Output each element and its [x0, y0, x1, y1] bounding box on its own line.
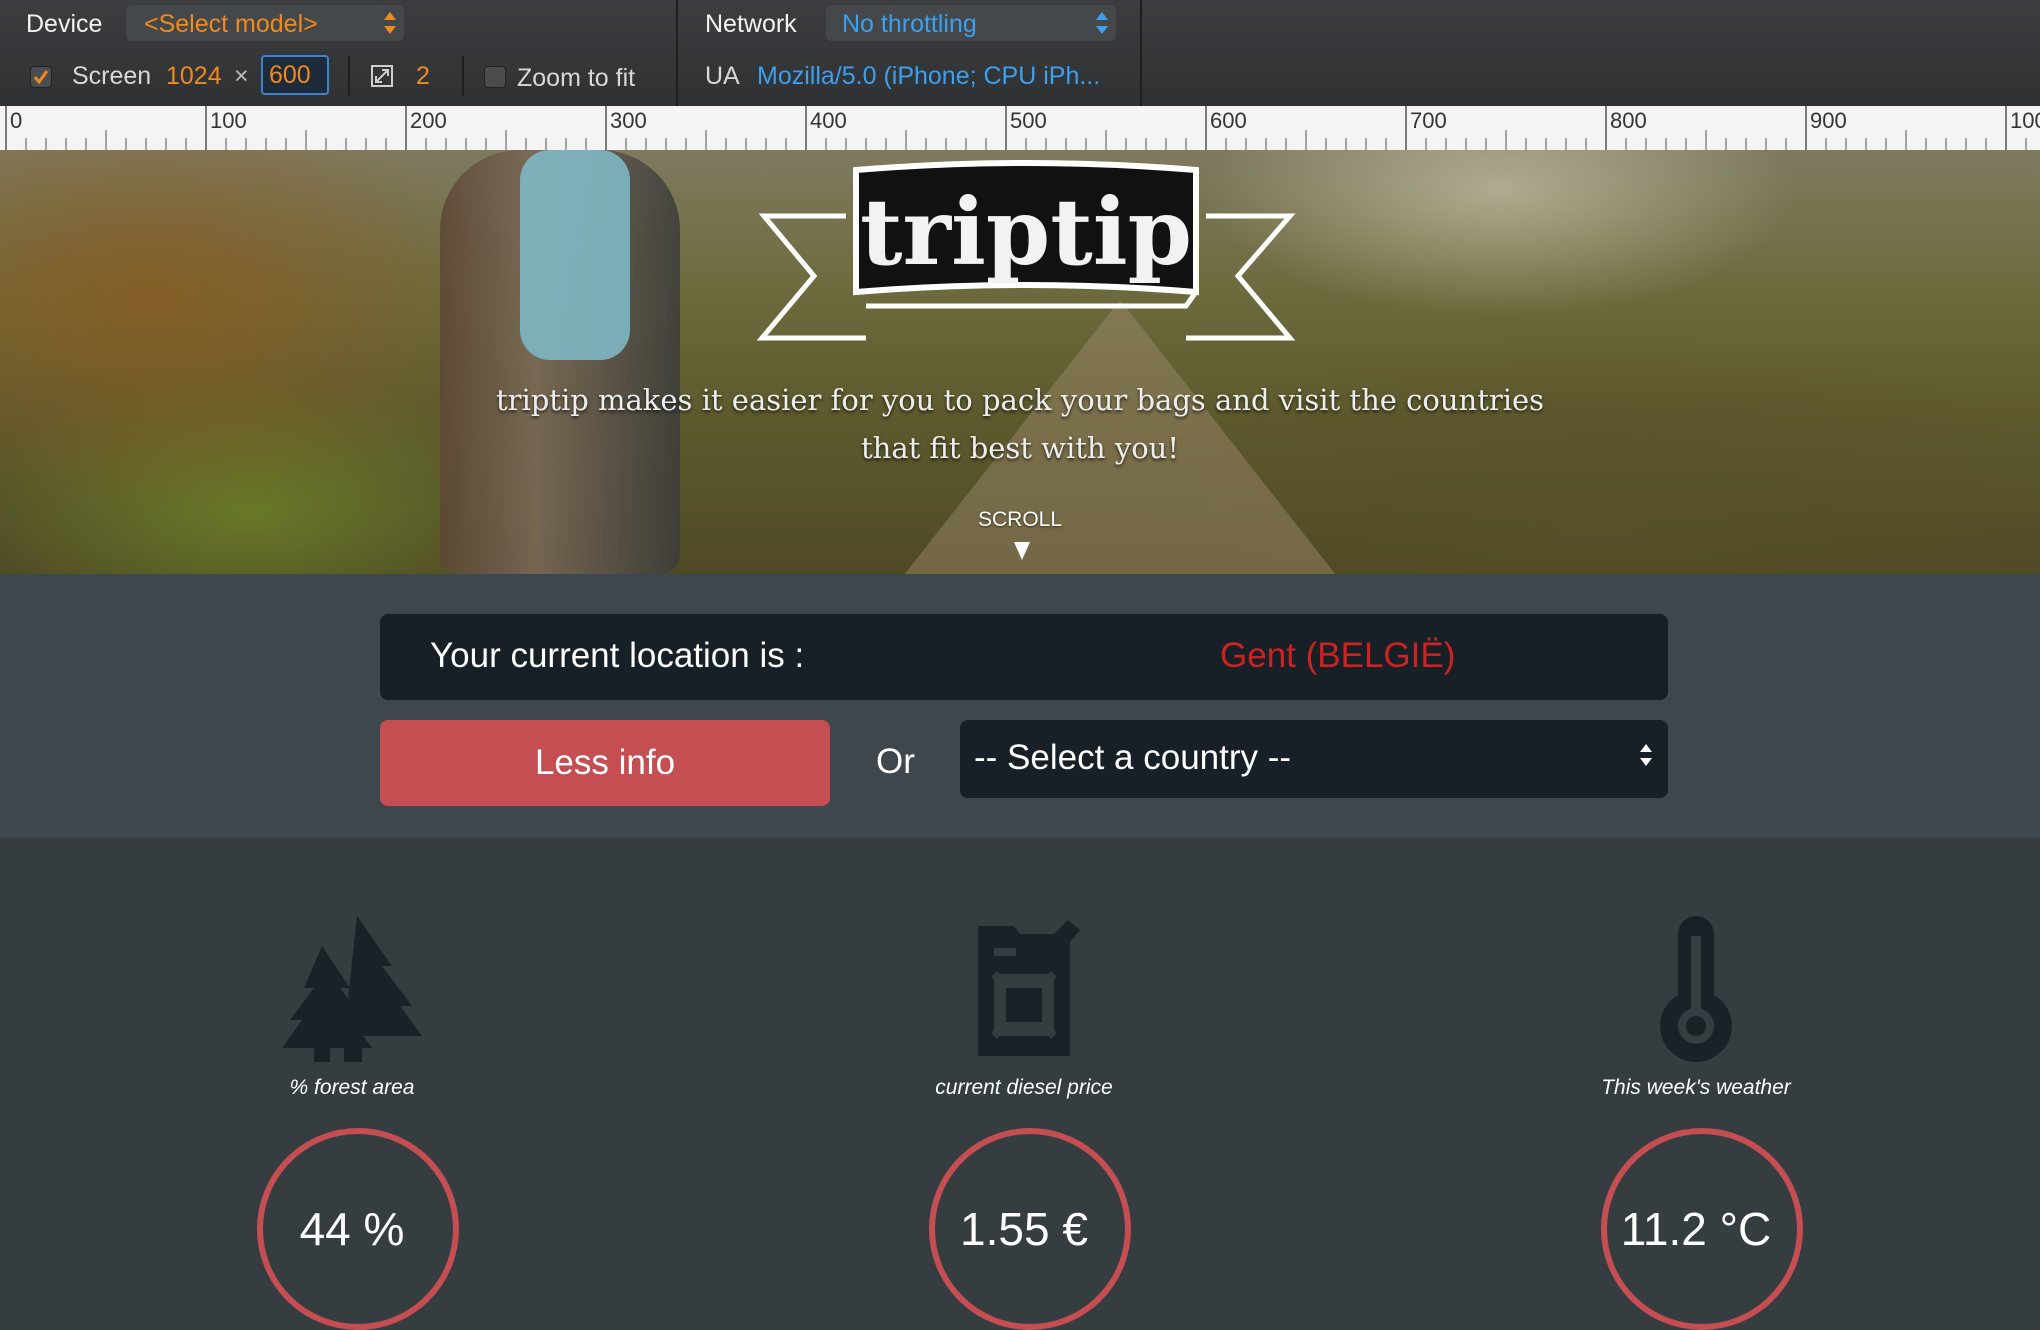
- select-arrows-icon: [1640, 742, 1652, 768]
- toolbar-separator: [676, 0, 678, 106]
- device-pixel-ratio-icon: [371, 65, 393, 87]
- forest-icon: [152, 916, 552, 1067]
- country-select-value: -- Select a country --: [974, 738, 1292, 777]
- stat-value: 1.55 €: [960, 1203, 1088, 1255]
- select-arrows-icon: [1096, 10, 1108, 36]
- hero-banner: triptip triptip makes it easier for you …: [0, 150, 2040, 574]
- ruler-label: 0: [10, 108, 22, 133]
- device-pixel-ratio-value[interactable]: 2: [416, 62, 430, 91]
- ruler: 0 100 200 300 400 500 600 700 800 900 100: [0, 106, 2040, 150]
- hero-tagline: triptip makes it easier for you to pack …: [0, 376, 2040, 472]
- hero-tagline-line-2: that fit best with you!: [860, 431, 1179, 465]
- ruler-label: 800: [1610, 108, 1647, 133]
- country-stats: % forest area 44 % current diesel price …: [0, 838, 2040, 1330]
- logo-text: triptip: [860, 178, 1192, 286]
- scroll-label[interactable]: SCROLL: [0, 508, 2040, 532]
- ruler-ticks: 0 100 200 300 400 500 600 700 800 900 100: [5, 106, 2040, 150]
- device-model-value: <Select model>: [144, 10, 318, 38]
- network-throttling-value: No throttling: [842, 10, 977, 38]
- stat-value: 44 %: [299, 1203, 405, 1255]
- times-sign: ×: [234, 62, 249, 90]
- scroll-down-arrow-icon[interactable]: [1014, 542, 1030, 560]
- location-section: Your current location is : Gent (BELGIË)…: [0, 574, 2040, 838]
- select-arrows-icon: [384, 10, 396, 36]
- ua-label: UA: [705, 62, 740, 90]
- jerrycan-icon: [824, 916, 1224, 1067]
- device-label: Device: [26, 10, 103, 38]
- less-info-button[interactable]: Less info: [380, 720, 830, 806]
- stat-label: % forest area: [289, 1076, 415, 1099]
- ruler-label: 900: [1810, 108, 1847, 133]
- hero-tagline-line-1: triptip makes it easier for you to pack …: [495, 383, 1545, 417]
- hero-backpack-image: [520, 150, 630, 360]
- ruler-label: 500: [1010, 108, 1047, 133]
- screen-label: Screen: [72, 62, 152, 90]
- stat-label: This week's weather: [1601, 1076, 1791, 1099]
- current-location-box: Your current location is : Gent (BELGIË): [380, 614, 1668, 700]
- network-throttling-select[interactable]: No throttling: [826, 5, 1116, 41]
- screen-width-value[interactable]: 1024: [166, 62, 222, 91]
- current-location-value: Gent (BELGIË): [1220, 636, 1456, 675]
- devtools-toolbar: Device <Select model> Network No throttl…: [0, 0, 2040, 107]
- zoom-to-fit-checkbox[interactable]: [484, 66, 506, 88]
- ruler-label: 200: [410, 108, 447, 133]
- triptip-logo: triptip: [756, 160, 1296, 341]
- ruler-label: 400: [810, 108, 847, 133]
- current-location-label: Your current location is :: [430, 636, 805, 675]
- toolbar-separator: [348, 56, 350, 96]
- network-label: Network: [705, 10, 797, 38]
- screen-checkbox[interactable]: [30, 66, 52, 88]
- device-model-select[interactable]: <Select model>: [126, 5, 404, 41]
- stat-value: 11.2 °C: [1620, 1203, 1772, 1255]
- ruler-label: 100: [210, 108, 247, 133]
- checkmark-icon: [33, 70, 49, 85]
- stat-label: current diesel price: [935, 1076, 1113, 1099]
- zoom-to-fit-label: Zoom to fit: [517, 64, 636, 92]
- thermometer-icon: [1496, 916, 1896, 1067]
- ruler-label: 600: [1210, 108, 1247, 133]
- ruler-label: 300: [610, 108, 647, 133]
- ruler-label: 100: [2010, 108, 2040, 133]
- toolbar-separator: [1140, 0, 1142, 106]
- country-select[interactable]: -- Select a country --: [960, 720, 1668, 798]
- toolbar-separator: [462, 56, 464, 96]
- ruler-label: 700: [1410, 108, 1447, 133]
- or-label: Or: [876, 742, 915, 781]
- screen-height-input[interactable]: [261, 55, 329, 95]
- user-agent-value[interactable]: Mozilla/5.0 (iPhone; CPU iPh...: [757, 62, 1100, 91]
